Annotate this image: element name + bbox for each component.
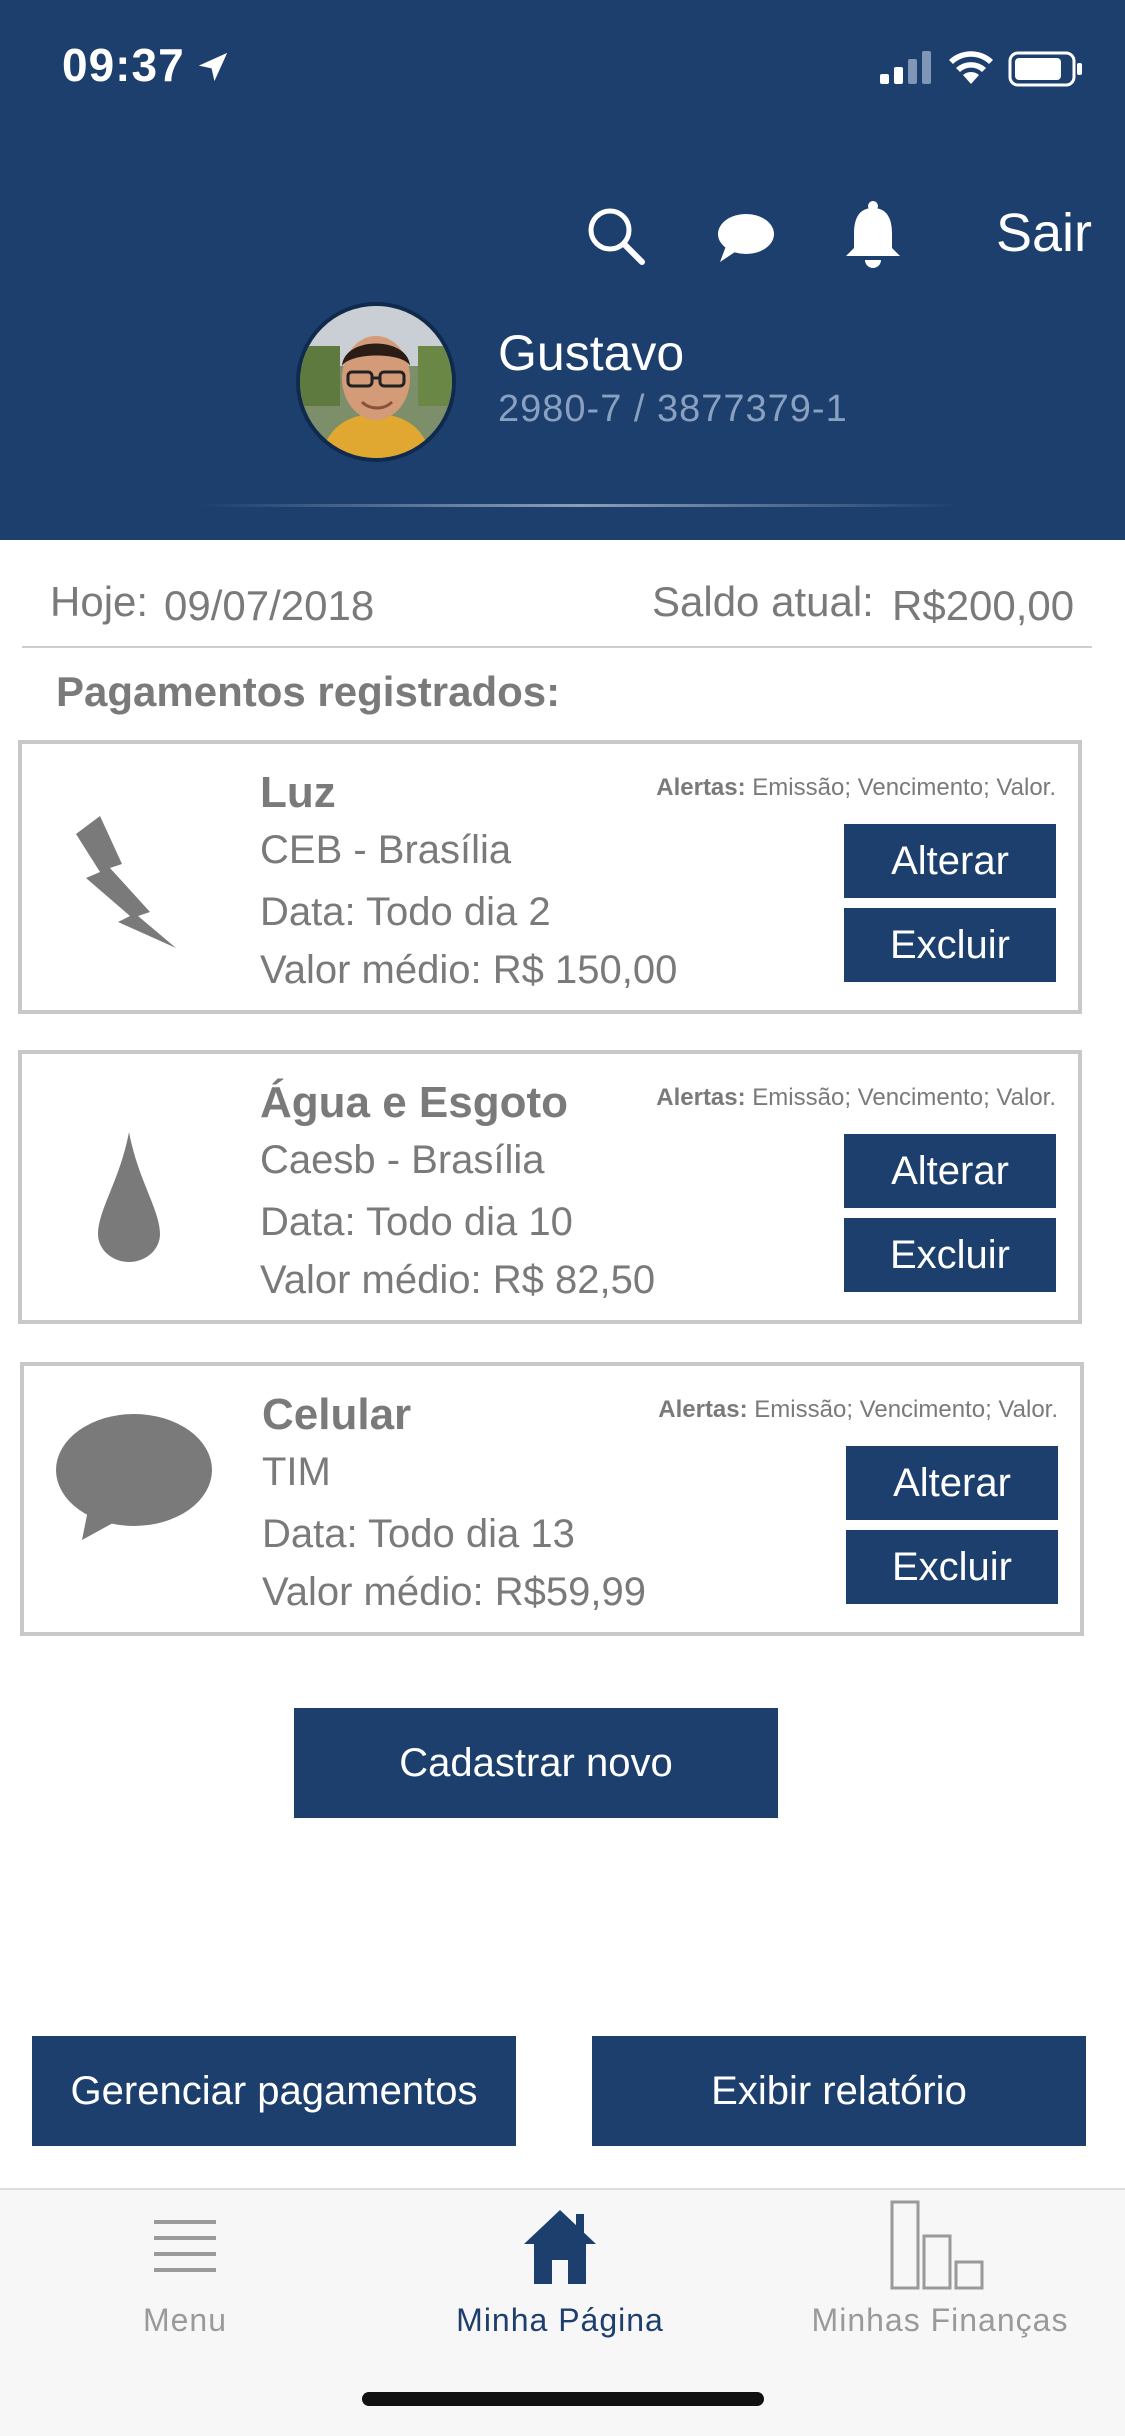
account-number: 2980-7 / 3877379-1 [498, 388, 848, 430]
summary-row: Hoje: 09/07/2018 Saldo atual: R$200,00 [22, 568, 1092, 648]
logout-button[interactable]: Sair [996, 202, 1092, 264]
lightning-icon [76, 816, 176, 948]
payment-date-label: Data: [260, 890, 356, 934]
manage-payments-button[interactable]: Gerenciar pagamentos [32, 2036, 516, 2146]
payment-date-label: Data: [260, 1200, 356, 1244]
payment-date-label: Data: [262, 1512, 358, 1556]
edit-payment-button[interactable]: Alterar [844, 1134, 1056, 1208]
balance-label: Saldo atual: [652, 578, 874, 625]
payment-value: Valor médio: R$ 150,00 [260, 948, 677, 993]
balance-value: R$200,00 [892, 582, 1075, 629]
status-bar: 09:37 [0, 0, 1125, 140]
location-arrow-icon [198, 52, 228, 82]
hamburger-icon [154, 2220, 216, 2272]
header-divider [200, 504, 960, 507]
battery-icon [1008, 51, 1082, 87]
avatar[interactable] [296, 302, 456, 462]
payment-title: Água e Esgoto [260, 1078, 569, 1127]
alerts-value: Emissão; Vencimento; Valor. [754, 1396, 1058, 1423]
payment-date: Data: Todo dia 13 [262, 1512, 575, 1557]
payment-card-luz: Luz CEB - Brasília Data: Todo dia 2 Valo… [18, 740, 1082, 1014]
add-payment-button[interactable]: Cadastrar novo [294, 1708, 778, 1818]
alerts-value: Emissão; Vencimento; Valor. [752, 774, 1056, 801]
user-name: Gustavo [498, 325, 685, 381]
today-value: 09/07/2018 [164, 582, 375, 629]
payment-title: Celular [262, 1390, 412, 1439]
delete-payment-button[interactable]: Excluir [844, 1218, 1056, 1292]
header: 09:37 Sair Gustavo 2980-7 / 3877379-1 [0, 0, 1125, 540]
show-report-button[interactable]: Exibir relatório [592, 2036, 1086, 2146]
payment-date: Data: Todo dia 2 [260, 890, 551, 935]
alerts-label: Alertas: [656, 1084, 746, 1111]
payment-provider: TIM [262, 1450, 331, 1494]
home-icon [524, 2210, 596, 2284]
payment-date-value: Todo dia 2 [366, 890, 551, 934]
payment-card-agua: Água e Esgoto Caesb - Brasília Data: Tod… [18, 1050, 1082, 1324]
payment-value: Valor médio: R$ 82,50 [260, 1258, 655, 1303]
alerts-label: Alertas: [658, 1396, 748, 1423]
payment-provider: Caesb - Brasília [260, 1138, 545, 1182]
payment-alerts: Alertas: Emissão; Vencimento; Valor. [656, 1084, 1056, 1112]
tab-menu-label: Menu [142, 2302, 228, 2338]
wifi-icon [949, 51, 993, 84]
payment-value-label: Valor médio: [260, 948, 482, 992]
signal-icon [880, 51, 931, 84]
tab-my-page[interactable]: Minha Página [440, 2190, 680, 2350]
payment-date-value: Todo dia 13 [368, 1512, 575, 1556]
payment-title: Luz [260, 768, 336, 817]
section-title: Pagamentos registrados: [56, 668, 561, 715]
edit-payment-button[interactable]: Alterar [846, 1446, 1058, 1520]
delete-payment-button[interactable]: Excluir [846, 1530, 1058, 1604]
edit-payment-button[interactable]: Alterar [844, 824, 1056, 898]
payment-value-amount: R$ 150,00 [492, 948, 678, 992]
tab-finances[interactable]: Minhas Finanças [800, 2190, 1080, 2350]
payment-value-amount: R$ 82,50 [492, 1258, 656, 1302]
payment-alerts: Alertas: Emissão; Vencimento; Valor. [658, 1396, 1058, 1424]
alerts-value: Emissão; Vencimento; Valor. [752, 1084, 1056, 1111]
payment-value-label: Valor médio: [262, 1570, 484, 1614]
chat-icon[interactable] [714, 210, 776, 264]
home-indicator[interactable] [362, 2392, 764, 2406]
tab-my-page-label: Minha Página [456, 2302, 664, 2338]
payment-value-amount: R$59,99 [494, 1570, 646, 1614]
payment-card-celular: Celular TIM Data: Todo dia 13 Valor médi… [20, 1362, 1084, 1636]
tab-menu[interactable]: Menu [80, 2190, 290, 2350]
status-time: 09:37 [62, 39, 185, 91]
bar-chart-icon [890, 2200, 984, 2290]
bell-icon[interactable] [842, 200, 904, 270]
payment-date: Data: Todo dia 10 [260, 1200, 573, 1245]
alerts-label: Alertas: [656, 774, 746, 801]
payment-value-label: Valor médio: [260, 1258, 482, 1302]
payment-alerts: Alertas: Emissão; Vencimento; Valor. [656, 774, 1056, 802]
today-label: Hoje: [50, 578, 149, 625]
payment-date-value: Todo dia 10 [366, 1200, 573, 1244]
search-icon[interactable] [584, 204, 648, 268]
payment-provider: CEB - Brasília [260, 828, 512, 872]
avatar-photo [300, 306, 452, 458]
tab-finances-label: Minhas Finanças [811, 2302, 1069, 2338]
delete-payment-button[interactable]: Excluir [844, 908, 1056, 982]
speech-bubble-icon [56, 1414, 212, 1540]
water-drop-icon [98, 1132, 160, 1262]
payment-value: Valor médio: R$59,99 [262, 1570, 646, 1615]
